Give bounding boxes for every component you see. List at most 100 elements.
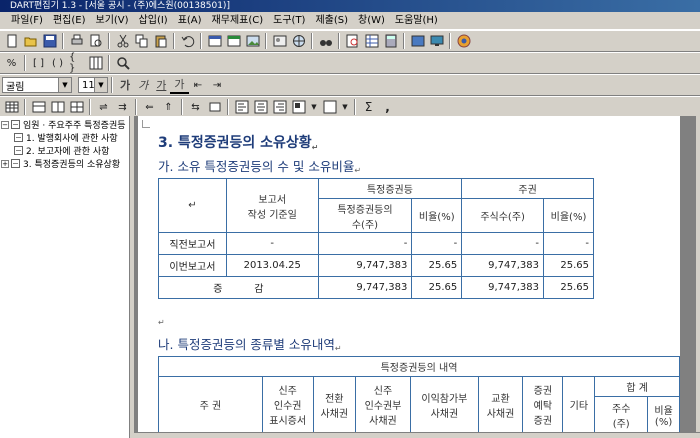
cell-color-icon[interactable] — [291, 100, 306, 115]
decrease-indent-icon[interactable]: ⇥ — [210, 78, 225, 93]
toolbar-separator — [108, 55, 110, 71]
toolbar-separator — [62, 33, 64, 49]
sum-icon[interactable]: Σ — [361, 100, 376, 115]
save-icon[interactable] — [42, 34, 57, 49]
table-view-icon[interactable] — [207, 34, 222, 49]
copy-icon[interactable] — [134, 34, 149, 49]
document-page[interactable]: 3. 특정증권등의 소유상황↵ 가. 소유 특정증권등의 수 및 소유비율↵ ↵… — [138, 116, 680, 438]
cut-icon[interactable] — [115, 34, 130, 49]
document-icon — [14, 146, 23, 155]
table-header-special-count: 특정증권등의 수(주) — [317, 198, 413, 233]
tree-item-label: 1. 발행회사에 관한 사항 — [26, 134, 118, 144]
chevron-down-icon[interactable]: ▼ — [341, 100, 349, 115]
picture-icon[interactable] — [272, 34, 287, 49]
row-label: 이번보고서 — [158, 254, 227, 277]
delete-row-icon[interactable]: ⇐ — [142, 100, 157, 115]
toolbar-separator — [24, 55, 26, 71]
edit-toolbar: % [ ] ( ) { } — [0, 52, 700, 74]
comma-icon[interactable]: , — [380, 100, 395, 115]
bracket-round-icon[interactable]: ( ) — [50, 56, 65, 71]
toolbar-separator — [89, 99, 91, 115]
open-folder-icon[interactable] — [23, 34, 38, 49]
table-row[interactable]: 증 감 9,747,383 25.65 9,747,383 25.65 — [158, 276, 594, 299]
align-center-icon[interactable] — [253, 100, 268, 115]
vertical-scrollbar[interactable] — [696, 116, 700, 438]
table-header-report-date: 보고서 작성 기준일 — [225, 178, 319, 233]
underline-button[interactable]: 가 — [152, 77, 170, 93]
tree-item-root[interactable]: − 임원 · 주요주주 특정증권등 — [0, 118, 129, 131]
font-color-button[interactable]: 가 — [170, 76, 189, 94]
table-col-icon[interactable] — [50, 100, 65, 115]
binoculars-icon[interactable] — [318, 34, 333, 49]
spreadsheet-icon[interactable] — [364, 34, 379, 49]
menu-tools[interactable]: 도구(T) — [268, 12, 310, 30]
globe-icon[interactable] — [291, 34, 306, 49]
menu-window[interactable]: 창(W) — [353, 12, 390, 30]
menu-edit[interactable]: 편집(E) — [48, 12, 91, 30]
tree-item-issuer[interactable]: 1. 발행회사에 관한 사항 — [0, 131, 129, 144]
font-family-select[interactable]: 굴림 ▼ — [2, 77, 72, 93]
merge-cells-icon[interactable]: ⇆ — [188, 100, 203, 115]
align-left-icon[interactable] — [234, 100, 249, 115]
menu-help[interactable]: 도움말(H) — [390, 12, 443, 30]
table-header-other: 기타 — [562, 376, 596, 433]
table-header-special: 특정증권등 — [317, 178, 463, 199]
table-insert-icon[interactable] — [4, 100, 19, 115]
holdings-summary-table: ↵ 보고서 작성 기준일 특정증권등 주권 특정증권등의 수(주) 비율(%) … — [158, 178, 594, 299]
increase-indent-icon[interactable]: ⇤ — [191, 78, 206, 93]
chevron-down-icon[interactable]: ▼ — [94, 78, 107, 92]
print-preview-icon[interactable] — [88, 34, 103, 49]
table-header-stock-count: 주식수(주) — [461, 198, 545, 233]
menu-table[interactable]: 표(A) — [173, 12, 207, 30]
monitor-icon[interactable] — [429, 34, 444, 49]
bold-button[interactable]: 가 — [116, 77, 134, 93]
chevron-down-icon[interactable]: ▼ — [58, 78, 71, 92]
validate-icon[interactable] — [410, 34, 425, 49]
help-icon[interactable] — [456, 34, 471, 49]
chevron-down-icon[interactable]: ▼ — [310, 100, 318, 115]
bracket-curly-icon[interactable]: { } — [69, 52, 84, 74]
border-icon[interactable] — [322, 100, 337, 115]
grid-icon[interactable] — [88, 56, 103, 71]
insert-col-icon[interactable]: ⇉ — [115, 100, 130, 115]
main-area: − 임원 · 주요주주 특정증권등 1. 발행회사에 관한 사항 2. 보고자에… — [0, 116, 700, 438]
table-header-participating: 이익참가부 사채권 — [410, 376, 479, 433]
horizontal-scrollbar[interactable] — [134, 432, 700, 438]
insert-row-icon[interactable]: ⇌ — [96, 100, 111, 115]
row-ratio: - — [543, 232, 594, 255]
print-icon[interactable] — [69, 34, 84, 49]
font-size-value: 11 — [82, 79, 95, 91]
window-icon[interactable] — [226, 34, 241, 49]
menu-financial[interactable]: 재무제표(C) — [207, 12, 269, 30]
corner-marker — [142, 120, 150, 128]
table-row[interactable]: 이번보고서 2013.04.25 9,747,383 25.65 9,747,3… — [158, 254, 594, 277]
split-cells-icon[interactable] — [207, 100, 222, 115]
menu-insert[interactable]: 삽입(I) — [134, 12, 173, 30]
font-size-select[interactable]: 11 ▼ — [78, 77, 108, 93]
menu-file[interactable]: 파일(F) — [3, 12, 48, 30]
zoom-icon[interactable] — [115, 56, 130, 71]
paste-icon[interactable] — [153, 34, 168, 49]
italic-button[interactable]: 가 — [134, 77, 152, 93]
delete-col-icon[interactable]: ⇑ — [161, 100, 176, 115]
document-icon — [11, 159, 20, 168]
format-icon[interactable]: % — [4, 56, 19, 71]
align-right-icon[interactable] — [272, 100, 287, 115]
table-cell-icon[interactable] — [69, 100, 84, 115]
table-row-icon[interactable] — [31, 100, 46, 115]
bracket-square-icon[interactable]: [ ] — [31, 56, 46, 71]
menu-submit[interactable]: 제출(S) — [310, 12, 353, 30]
tree-item-reporter[interactable]: 2. 보고자에 관한 사항 — [0, 144, 129, 157]
table-row[interactable]: 직전보고서 - - - - - — [158, 232, 594, 255]
table-header-total-ratio: 비율 (%) — [647, 396, 680, 433]
find-icon[interactable] — [345, 34, 360, 49]
tree-item-holdings[interactable]: + 3. 특정증권등의 소유상황 — [0, 157, 129, 170]
menu-view[interactable]: 보기(V) — [91, 12, 134, 30]
image-icon[interactable] — [245, 34, 260, 49]
calculator-icon[interactable] — [383, 34, 398, 49]
expand-icon[interactable]: + — [1, 159, 9, 168]
new-document-icon[interactable] — [4, 34, 19, 49]
row-special-count: 9,747,383 — [317, 276, 413, 299]
collapse-icon[interactable]: − — [1, 120, 9, 129]
undo-icon[interactable] — [180, 34, 195, 49]
